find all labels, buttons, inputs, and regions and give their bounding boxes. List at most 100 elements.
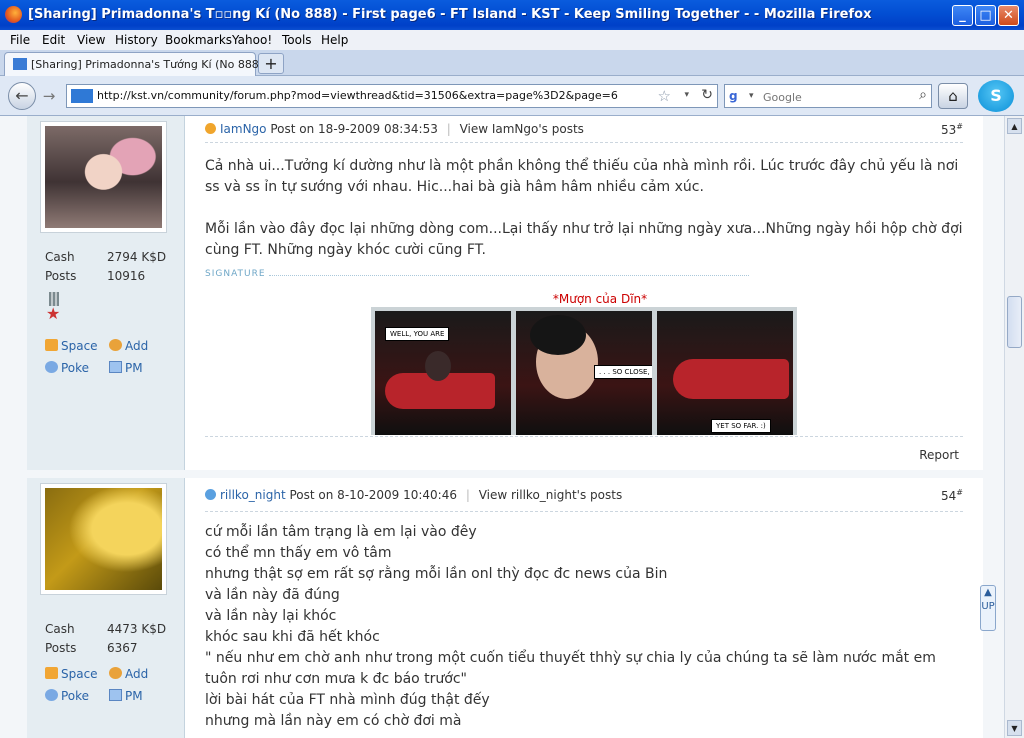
title-bar: [Sharing] Primadonna's T▫▫ng Kí (No 888)… <box>0 0 1024 30</box>
author-link[interactable]: IamNgo <box>220 122 267 136</box>
url-text[interactable]: http://kst.vn/community/forum.php?mod=vi… <box>97 89 618 102</box>
avatar[interactable] <box>41 484 166 594</box>
search-bar: g ▾ ⌕ <box>724 84 932 108</box>
message-line: cứ mỗi lần tâm trạng là em lại vào đêy <box>205 524 477 540</box>
stat-label-posts: Posts <box>45 269 77 283</box>
comic-panel: YET SO FAR. :) <box>657 311 793 435</box>
vertical-scrollbar[interactable]: ▲ ▼ <box>1004 116 1024 738</box>
new-tab-button[interactable]: + <box>258 53 284 74</box>
forum-post: Cash 2794 K$D Posts 10916 ★ Space Add Po… <box>27 116 983 470</box>
menu-view[interactable]: View <box>77 33 105 47</box>
message-line: và lần này đã đúng <box>205 587 340 603</box>
navigation-toolbar: ← → http://kst.vn/community/forum.php?mo… <box>0 76 1024 116</box>
comic-panel: WELL, YOU ARE <box>375 311 511 435</box>
message-line: nhưng thật sợ em rất sợ rằng mỗi lần onl… <box>205 566 668 582</box>
pm-link[interactable]: PM <box>109 361 143 375</box>
message-line: " nếu như em chờ anh như trong một cuốn … <box>205 650 936 687</box>
author-link[interactable]: rillko_night <box>220 488 286 502</box>
post-content: rillko_night Post on 8-10-2009 10:40:46 … <box>205 478 965 738</box>
search-input[interactable] <box>761 88 905 106</box>
message-line: nhưng mà lần này em có chờ đơi mà <box>205 713 462 729</box>
menu-bookmarks[interactable]: Bookmarks <box>165 33 232 47</box>
message-line <box>205 198 965 219</box>
view-posts-link[interactable]: View IamNgo's posts <box>460 122 584 136</box>
space-link[interactable]: Space <box>45 667 98 681</box>
scroll-down-arrow-icon[interactable]: ▼ <box>1007 720 1022 736</box>
post-message: Cả nhà ui...Tưởng kí dường như là một ph… <box>205 156 965 261</box>
mail-icon <box>109 689 122 701</box>
close-button[interactable]: ✕ <box>998 5 1019 26</box>
post-author-sidebar: Cash 2794 K$D Posts 10916 ★ Space Add Po… <box>27 116 185 470</box>
post-author-sidebar: Cash 4473 K$D Posts 6367 Space Add Poke … <box>27 478 185 738</box>
pm-link[interactable]: PM <box>109 689 143 703</box>
scroll-to-top-button[interactable]: ▲ UP <box>980 585 996 631</box>
handshake-icon <box>109 667 122 679</box>
post-number[interactable]: 53# <box>941 122 963 137</box>
forward-button[interactable]: → <box>38 86 60 106</box>
back-button[interactable]: ← <box>8 82 36 110</box>
poke-link[interactable]: Poke <box>45 689 89 703</box>
skype-icon[interactable]: S <box>978 80 1014 112</box>
divider <box>205 142 963 143</box>
tab-label: [Sharing] Primadonna's Tướng Kí (No 888)… <box>31 58 285 71</box>
post-message: cứ mỗi lần tâm trạng là em lại vào đêy c… <box>205 522 965 732</box>
add-friend-link[interactable]: Add <box>109 339 148 353</box>
stat-label-cash: Cash <box>45 622 75 636</box>
scroll-up-arrow-icon[interactable]: ▲ <box>1007 118 1022 134</box>
stat-value-posts[interactable]: 6367 <box>107 641 138 655</box>
view-posts-link[interactable]: View rillko_night's posts <box>479 488 623 502</box>
stat-value-cash: 2794 K$D <box>107 250 167 264</box>
post-meta: rillko_night Post on 8-10-2009 10:40:46 … <box>205 488 965 502</box>
add-friend-link[interactable]: Add <box>109 667 148 681</box>
stat-value-cash: 4473 K$D <box>107 622 167 636</box>
comic-caption: WELL, YOU ARE <box>385 327 450 341</box>
menu-history[interactable]: History <box>115 33 158 47</box>
stat-label-posts: Posts <box>45 641 77 655</box>
medal-icon: ★ <box>45 292 63 323</box>
signature-label: SIGNATURE <box>205 269 266 279</box>
bookmark-star-icon[interactable]: ☆ <box>658 87 671 105</box>
poke-link[interactable]: Poke <box>45 361 89 375</box>
message-line: lời bài hát của FT nhà mình đúg thật đếy <box>205 692 490 708</box>
menu-help[interactable]: Help <box>321 33 348 47</box>
menu-tools[interactable]: Tools <box>282 33 312 47</box>
page-viewport: Cash 2794 K$D Posts 10916 ★ Space Add Po… <box>0 116 1004 738</box>
post-number[interactable]: 54# <box>941 488 963 503</box>
search-icon[interactable]: ⌕ <box>919 87 927 103</box>
message-line: Cả nhà ui...Tưởng kí dường như là một ph… <box>205 158 959 195</box>
window-title: [Sharing] Primadonna's T▫▫ng Kí (No 888)… <box>28 7 872 22</box>
home-button[interactable]: ⌂ <box>938 83 968 109</box>
handshake-icon <box>109 339 122 351</box>
avatar[interactable] <box>41 122 166 232</box>
mail-icon <box>109 361 122 373</box>
address-bar[interactable]: http://kst.vn/community/forum.php?mod=vi… <box>66 84 718 108</box>
firefox-icon <box>5 6 22 23</box>
message-line: và lần này lại khóc <box>205 608 337 624</box>
message-line: Mỗi lần vào đây đọc lại những dòng com..… <box>205 221 963 258</box>
maximize-button[interactable]: □ <box>975 5 996 26</box>
forum-post: Cash 4473 K$D Posts 6367 Space Add Poke … <box>27 478 983 738</box>
tab-active[interactable]: [Sharing] Primadonna's Tướng Kí (No 888)… <box>4 52 285 76</box>
search-engine-dropdown-icon[interactable]: ▾ <box>749 91 754 101</box>
post-content: IamNgo Post on 18-9-2009 08:34:53 | View… <box>205 116 965 470</box>
menu-edit[interactable]: Edit <box>42 33 65 47</box>
space-link[interactable]: Space <box>45 339 98 353</box>
message-line: khóc sau khi đã hết khóc <box>205 629 380 645</box>
poke-icon <box>45 361 58 373</box>
scroll-thumb[interactable] <box>1007 296 1022 348</box>
divider <box>205 511 963 512</box>
comic-caption: YET SO FAR. :) <box>711 419 771 433</box>
report-link[interactable]: Report <box>919 448 959 462</box>
stat-value-posts[interactable]: 10916 <box>107 269 145 283</box>
separator: | <box>446 122 451 136</box>
menu-file[interactable]: File <box>10 33 30 47</box>
site-identity-icon[interactable] <box>71 89 93 103</box>
signature-image: WELL, YOU ARE . . . SO CLOSE, YET SO FAR… <box>371 307 797 435</box>
home-icon <box>45 667 58 679</box>
menu-yahoo[interactable]: Yahoo! <box>232 33 272 47</box>
minimize-button[interactable]: _ <box>952 5 973 26</box>
google-engine-icon[interactable]: g <box>729 89 738 103</box>
tab-bar: [Sharing] Primadonna's Tướng Kí (No 888)… <box>0 50 1024 76</box>
reload-icon[interactable]: ↻ <box>701 87 713 103</box>
url-dropdown-icon[interactable]: ▾ <box>684 90 689 100</box>
